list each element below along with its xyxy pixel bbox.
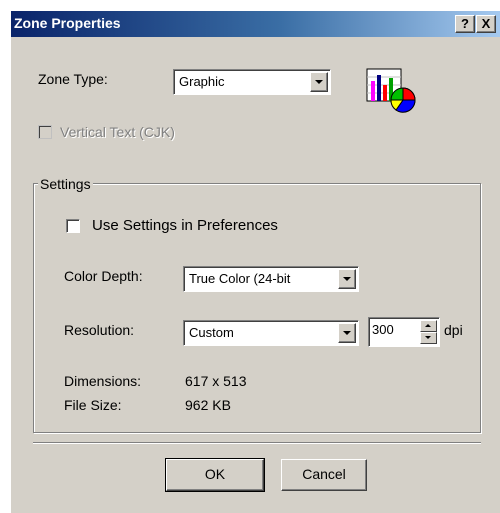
zone-type-label: Zone Type: — [38, 71, 108, 87]
dimensions-value: 617 x 513 — [185, 373, 247, 389]
chevron-down-icon[interactable] — [310, 72, 328, 92]
vertical-text-checkbox[interactable] — [38, 125, 52, 139]
use-prefs-checkbox[interactable] — [66, 219, 80, 233]
resolution-value: Custom — [189, 325, 234, 340]
settings-group-label: Settings — [38, 176, 93, 192]
chevron-down-icon[interactable] — [338, 269, 356, 289]
file-size-label: File Size: — [64, 397, 122, 413]
ok-button[interactable]: OK — [165, 458, 265, 492]
dimensions-label: Dimensions: — [64, 373, 142, 389]
dpi-input[interactable]: 300 — [372, 322, 394, 337]
file-size-value: 962 KB — [185, 397, 231, 413]
dpi-spinner[interactable]: 300 — [368, 317, 440, 347]
spin-down-icon[interactable] — [420, 332, 437, 344]
color-depth-label: Color Depth: — [64, 268, 143, 284]
use-prefs-label: Use Settings in Preferences — [92, 217, 278, 234]
resolution-label: Resolution: — [64, 322, 135, 338]
chevron-down-icon[interactable] — [338, 323, 356, 343]
close-button[interactable]: X — [476, 15, 496, 33]
chart-graphic-icon — [366, 67, 418, 113]
help-button[interactable]: ? — [455, 15, 475, 33]
spin-up-icon[interactable] — [420, 320, 437, 332]
zone-type-value: Graphic — [179, 74, 225, 89]
resolution-select[interactable]: Custom — [183, 320, 359, 346]
dpi-unit-label: dpi — [444, 322, 463, 338]
color-depth-value: True Color (24-bit — [189, 271, 291, 286]
cancel-button[interactable]: Cancel — [281, 459, 367, 491]
title-bar: Zone Properties ? X — [11, 11, 500, 37]
dialog-title: Zone Properties — [14, 15, 121, 31]
color-depth-select[interactable]: True Color (24-bit — [183, 266, 359, 292]
divider — [33, 442, 481, 444]
vertical-text-label: Vertical Text (CJK) — [60, 124, 175, 140]
zone-type-select[interactable]: Graphic — [173, 69, 331, 95]
